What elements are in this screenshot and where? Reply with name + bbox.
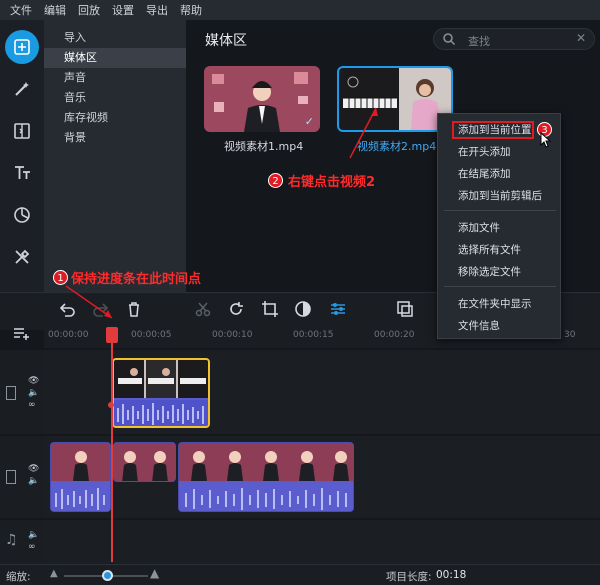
text-icon (15, 166, 30, 179)
ruler-tick-5: 00:00:05 (131, 330, 172, 340)
project-length-value: 00:18 (436, 569, 467, 581)
media-thumbnail-2[interactable] (337, 66, 453, 132)
overlay-clip-video2[interactable] (112, 358, 210, 428)
stickers-tool-button[interactable] (5, 198, 39, 232)
filters-tool-button[interactable] (5, 72, 39, 106)
playhead-handle[interactable] (106, 327, 118, 343)
crop-icon[interactable] (261, 300, 279, 318)
rotate-icon[interactable] (227, 300, 245, 318)
eye-icon[interactable]: 👁 (28, 464, 39, 474)
ctx-add-after-clip[interactable]: 添加到当前剪辑后 (438, 186, 562, 206)
ctx-show-in-folder[interactable]: 在文件夹中显示 (438, 294, 562, 314)
ctx-add-at-end[interactable]: 在结尾添加 (438, 164, 562, 184)
redo-icon[interactable] (92, 300, 110, 318)
menu-playback[interactable]: 回放 (78, 2, 100, 18)
tool-strip (0, 20, 44, 292)
main-clip-2[interactable] (113, 442, 176, 482)
titles-tool-button[interactable] (5, 156, 39, 190)
search-placeholder: 查找 (468, 35, 490, 48)
check-icon: ✓ (304, 115, 314, 128)
import-tool-button[interactable] (5, 30, 39, 64)
mouse-cursor-icon (540, 132, 552, 148)
tools-icon (15, 249, 30, 264)
magic-wand-icon (15, 82, 29, 96)
ctx-add-file[interactable]: 添加文件 (438, 218, 562, 238)
overlay-track-header: 👁 🔈 ∞ (0, 350, 44, 434)
undo-icon[interactable] (58, 300, 76, 318)
ctx-select-all[interactable]: 选择所有文件 (438, 240, 562, 260)
ruler-tick-15: 00:00:15 (293, 330, 334, 340)
media-file-name-2: 视频素材2.mp4 (357, 140, 437, 153)
speaker-icon[interactable]: 🔈 (28, 530, 39, 540)
annotation-highlight-box (452, 121, 534, 139)
menu-file[interactable]: 文件 (10, 2, 32, 18)
media-sidenav: 导入 媒体区 声音 音乐 库存视频 背景 (44, 20, 186, 292)
import-icon (14, 39, 30, 55)
music-note-icon: ♫ (5, 532, 18, 548)
sidenav-item-sound[interactable]: 声音 (44, 68, 186, 88)
clip-properties-icon[interactable] (329, 300, 347, 318)
menu-settings[interactable]: 设置 (112, 2, 134, 18)
search-input[interactable]: 查找 ✕ (433, 28, 595, 50)
media-file-name-1: 视频素材1.mp4 (224, 140, 304, 153)
cut-icon[interactable] (194, 300, 212, 318)
media-title: 媒体区 (205, 33, 247, 49)
sidenav-item-background[interactable]: 背景 (44, 128, 186, 148)
menu-help[interactable]: 帮助 (180, 2, 202, 18)
speaker-icon[interactable]: 🔈 (28, 476, 39, 486)
ruler-tick-10: 00:00:10 (212, 330, 253, 340)
zoom-out-icon[interactable]: ▲ (50, 568, 58, 579)
main-clip-3[interactable] (178, 442, 354, 512)
zoom-slider-knob[interactable] (102, 570, 113, 581)
sidenav-item-stock-video[interactable]: 库存视频 (44, 108, 186, 128)
clear-search-icon[interactable]: ✕ (576, 31, 586, 45)
transition-icon (14, 123, 30, 139)
menu-bar: 文件 编辑 回放 设置 导出 帮助 (0, 0, 600, 20)
delete-icon[interactable] (125, 300, 143, 318)
main-track-icon (6, 470, 16, 484)
pie-icon (14, 207, 30, 223)
ruler-tick-30: 30 (564, 330, 576, 340)
link-icon[interactable]: ∞ (28, 400, 36, 410)
ruler-tick-20: 00:00:20 (374, 330, 415, 340)
ctx-separator (444, 286, 556, 287)
menu-export[interactable]: 导出 (146, 2, 168, 18)
annotation-badge-2: 2 (268, 173, 283, 188)
main-track-header: 👁 🔈 (0, 436, 44, 518)
ctx-separator (444, 210, 556, 211)
ruler-tick-0: 00:00:00 (48, 330, 89, 340)
annotation-text-2: 右键点击视频2 (288, 175, 376, 190)
eye-icon[interactable]: 👁 (28, 376, 39, 386)
link-icon[interactable]: ∞ (28, 542, 36, 552)
overlay-icon[interactable] (396, 300, 414, 318)
transitions-tool-button[interactable] (5, 114, 39, 148)
ctx-remove-selected[interactable]: 移除选定文件 (438, 262, 562, 282)
more-tools-button[interactable] (5, 240, 39, 274)
speaker-icon[interactable]: 🔈 (28, 388, 39, 398)
overlay-track-icon (6, 386, 16, 400)
playhead-line (111, 340, 113, 562)
zoom-label: 缩放: (6, 571, 31, 583)
music-track-header: ♫ 🔈 ∞ (0, 520, 44, 564)
sidenav-item-import[interactable]: 导入 (44, 28, 186, 48)
project-length-label: 项目长度: (386, 571, 432, 583)
annotation-text-1: 保持进度条在此时间点 (71, 272, 202, 287)
media-thumbnail-1[interactable]: ✓ (204, 66, 320, 132)
sidenav-item-music[interactable]: 音乐 (44, 88, 186, 108)
menu-edit[interactable]: 编辑 (44, 2, 66, 18)
color-adjust-icon[interactable] (294, 300, 312, 318)
status-bar: 缩放: ▲ ▲ 项目长度: 00:18 (0, 564, 600, 585)
main-clip-1[interactable] (50, 442, 111, 512)
zoom-in-icon[interactable]: ▲ (150, 566, 159, 580)
search-icon (443, 33, 456, 46)
annotation-badge-1: 1 (53, 270, 68, 285)
playhead-marker (108, 402, 114, 408)
add-track-icon[interactable] (12, 325, 32, 341)
ctx-file-info[interactable]: 文件信息 (438, 316, 562, 336)
sidenav-item-media[interactable]: 媒体区 (44, 48, 186, 68)
music-track (44, 520, 600, 564)
